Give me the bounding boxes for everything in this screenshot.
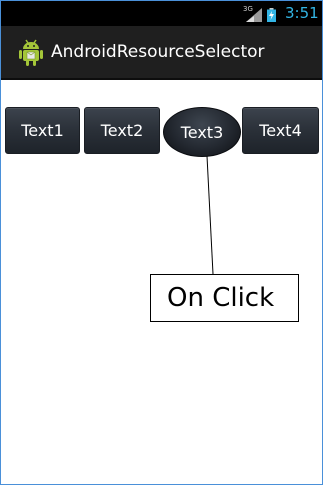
text1-button[interactable]: Text1 bbox=[5, 107, 80, 154]
callout-label: On Click bbox=[167, 283, 275, 313]
status-time: 3:51 bbox=[285, 4, 319, 22]
status-bar: 3G 3:51 bbox=[1, 1, 322, 26]
text3-button[interactable]: Text3 bbox=[163, 107, 241, 157]
signal-icon: 3G bbox=[243, 5, 262, 22]
on-click-callout: On Click bbox=[150, 274, 299, 322]
text2-button[interactable]: Text2 bbox=[84, 107, 160, 154]
text4-button[interactable]: Text4 bbox=[242, 107, 319, 154]
action-bar: AndroidResourceSelector bbox=[1, 26, 322, 80]
battery-icon bbox=[267, 7, 276, 22]
app-window: 3G 3:51 AndroidResourceSelector Text1 Te… bbox=[0, 0, 323, 485]
app-title: AndroidResourceSelector bbox=[51, 42, 265, 62]
android-icon[interactable] bbox=[18, 39, 44, 67]
network-type-label: 3G bbox=[243, 5, 253, 13]
